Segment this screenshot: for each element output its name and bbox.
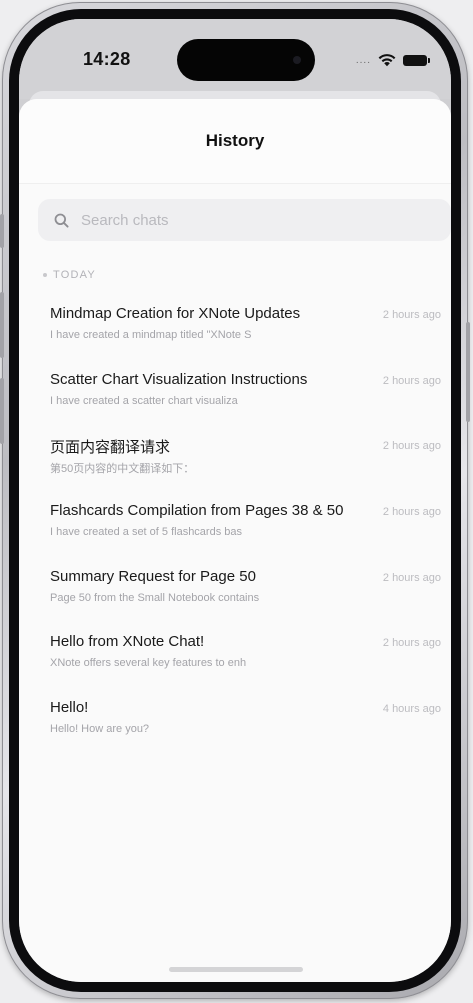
- search-input[interactable]: [79, 210, 423, 230]
- action-button: [0, 214, 4, 248]
- search-icon: [54, 213, 69, 228]
- chat-title: Summary Request for Page 50: [50, 567, 256, 585]
- signal-dots: ....: [355, 54, 371, 66]
- chat-title: Scatter Chart Visualization Instructions: [50, 370, 308, 388]
- section-label: TODAY: [53, 269, 96, 281]
- home-indicator[interactable]: [169, 967, 303, 972]
- chat-title: 页面内容翻译请求: [50, 439, 171, 457]
- chat-time: 4 hours ago: [382, 703, 441, 716]
- chat-preview: Page 50 from the Small Notebook contains: [50, 591, 260, 604]
- screen: 14:28 .... ᴾ History: [19, 19, 451, 982]
- volume-down-button: [0, 378, 4, 444]
- chat-preview: I have created a scatter chart visualiza: [50, 394, 238, 407]
- chat-title: Hello from XNote Chat!: [50, 633, 205, 651]
- status-time: 14:28: [83, 49, 131, 69]
- sheet-header: History: [19, 99, 451, 184]
- page-title: History: [205, 131, 265, 150]
- status-bar: 14:28 ....: [19, 19, 451, 99]
- chat-time: 2 hours ago: [382, 506, 441, 519]
- chat-item[interactable]: Scatter Chart Visualization Instructions…: [19, 363, 451, 429]
- chat-time: 2 hours ago: [382, 374, 441, 387]
- wifi-icon: [378, 54, 396, 67]
- phone-frame: 14:28 .... ᴾ History: [0, 2, 470, 999]
- chat-item[interactable]: Mindmap Creation for XNote Updates I hav…: [19, 297, 451, 363]
- chat-item[interactable]: 页面内容翻译请求 第50页内容的中文翻译如下： 2 hours ago: [19, 428, 451, 494]
- chat-time: 2 hours ago: [382, 637, 441, 650]
- chat-item[interactable]: Flashcards Compilation from Pages 38 & 5…: [19, 494, 451, 560]
- search-bar[interactable]: [38, 199, 451, 241]
- chat-item[interactable]: Hello! Hello! How are you? 4 hours ago: [19, 691, 451, 757]
- dynamic-island: [177, 39, 315, 81]
- chat-preview: I have created a set of 5 flashcards bas: [50, 526, 243, 539]
- camera-icon: [293, 56, 301, 64]
- chat-preview: I have created a mindmap titled "XNote S: [50, 329, 252, 341]
- chat-item[interactable]: Summary Request for Page 50 Page 50 from…: [19, 560, 451, 626]
- chat-item[interactable]: Hello from XNote Chat! XNote offers seve…: [19, 625, 451, 691]
- volume-up-button: [0, 292, 4, 358]
- power-button: [466, 322, 470, 422]
- history-sheet: History TODAY Mindmap Creation for XNote…: [19, 99, 451, 982]
- chat-preview: XNote offers several key features to enh: [50, 657, 247, 670]
- chat-title: Flashcards Compilation from Pages 38 & 5…: [50, 502, 344, 520]
- chat-time: 2 hours ago: [382, 440, 441, 453]
- chat-time: 2 hours ago: [382, 309, 441, 321]
- chat-preview: Hello! How are you?: [50, 723, 150, 736]
- section-header-today: TODAY: [43, 269, 96, 281]
- chat-title: Mindmap Creation for XNote Updates: [50, 305, 301, 322]
- chat-preview: 第50页内容的中文翻译如下：: [50, 463, 195, 476]
- battery-icon: [403, 54, 430, 66]
- chat-title: Hello!: [50, 699, 89, 717]
- chat-list: Mindmap Creation for XNote Updates I hav…: [19, 297, 451, 757]
- status-icons: ....: [355, 53, 430, 67]
- section-dot-icon: [43, 273, 47, 277]
- chat-time: 2 hours ago: [382, 571, 441, 584]
